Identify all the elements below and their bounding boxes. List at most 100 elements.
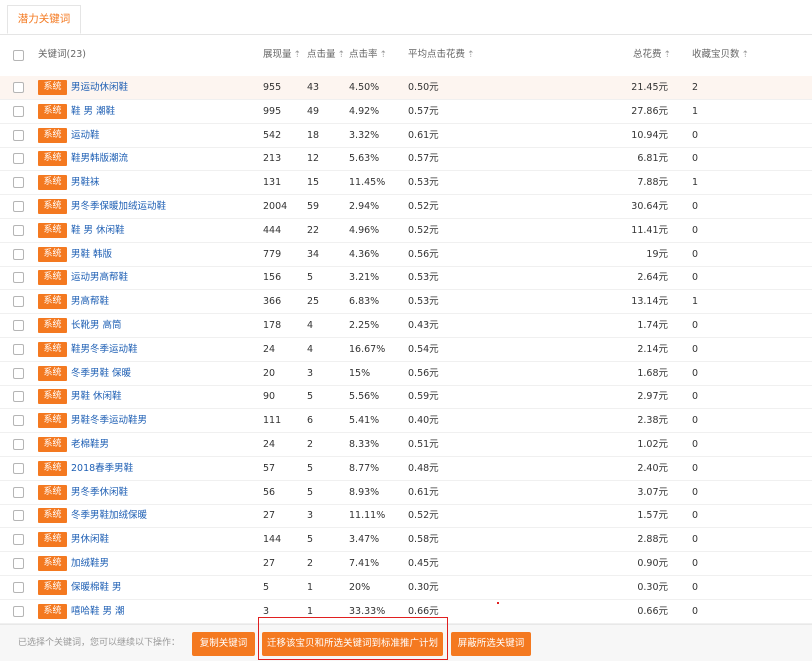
table-row[interactable]: 系统 男鞋 休闲鞋 90 5 5.56% 0.59元 2.97元 0 xyxy=(0,385,812,410)
keyword-link[interactable]: 男鞋冬季运动鞋男 xyxy=(71,409,147,432)
header-ctr[interactable]: 点击率 ⇡ xyxy=(349,36,387,76)
header-impressions[interactable]: 展现量 ⇡ xyxy=(263,36,301,76)
keyword-link[interactable]: 加绒鞋男 xyxy=(71,552,109,575)
keyword-link[interactable]: 男运动休闲鞋 xyxy=(71,76,128,99)
ctr-value: 4.36% xyxy=(349,248,380,260)
cpc-value: 0.52元 xyxy=(408,510,439,522)
favorites-value: 0 xyxy=(692,248,699,260)
row-checkbox[interactable] xyxy=(13,605,24,617)
table-row[interactable]: 系统 男冬季休闲鞋 56 5 8.93% 0.61元 3.07元 0 xyxy=(0,481,812,505)
table-row[interactable]: 系统 老棉鞋男 24 2 8.33% 0.51元 1.02元 0 xyxy=(0,433,812,457)
keyword-link[interactable]: 长靴男 高筒 xyxy=(71,314,122,337)
sort-arrow-icon[interactable]: ⇡ xyxy=(294,50,302,60)
favorites-value: 0 xyxy=(692,367,699,379)
system-tag: 系统 xyxy=(38,246,67,262)
header-clicks[interactable]: 点击量 ⇡ xyxy=(307,36,345,76)
cpc-value: 0.53元 xyxy=(408,177,439,189)
cpc-value: 0.56元 xyxy=(408,248,439,260)
row-checkbox[interactable] xyxy=(13,272,24,284)
row-checkbox[interactable] xyxy=(13,581,24,593)
sort-arrow-icon[interactable]: ⇡ xyxy=(742,50,750,60)
keyword-link[interactable]: 男冬季保暖加绒运动鞋 xyxy=(71,195,166,218)
select-all-checkbox[interactable] xyxy=(13,50,24,61)
clicks-value: 12 xyxy=(307,153,320,165)
row-checkbox[interactable] xyxy=(13,510,24,522)
cpc-value: 0.61元 xyxy=(408,486,439,498)
keyword-link[interactable]: 2018春季男鞋 xyxy=(71,457,133,480)
clicks-value: 4 xyxy=(307,320,314,331)
row-checkbox[interactable] xyxy=(13,462,24,474)
table-row[interactable]: 系统 长靴男 高筒 178 4 2.25% 0.43元 1.74元 0 xyxy=(0,314,812,338)
keyword-link[interactable]: 运动鞋 xyxy=(71,124,100,147)
impressions-value: 779 xyxy=(263,248,282,260)
table-row[interactable]: 系统 运动鞋 542 18 3.32% 0.61元 10.94元 0 xyxy=(0,124,812,148)
keyword-link[interactable]: 老棉鞋男 xyxy=(71,433,109,456)
table-row[interactable]: 系统 鞋男冬季运动鞋 24 4 16.67% 0.54元 2.14元 0 xyxy=(0,338,812,362)
keyword-link[interactable]: 鞋 男 潮鞋 xyxy=(71,100,115,123)
row-checkbox[interactable] xyxy=(13,415,24,427)
header-avg-cpc[interactable]: 平均点击花费 ⇡ xyxy=(408,36,475,76)
copy-keywords-button[interactable]: 复制关键词 xyxy=(192,632,255,656)
table-row[interactable]: 系统 男运动休闲鞋 955 43 4.50% 0.50元 21.45元 2 xyxy=(0,76,812,100)
table-row[interactable]: 系统 男冬季保暖加绒运动鞋 2004 59 2.94% 0.52元 30.64元 0 xyxy=(0,195,812,219)
row-checkbox[interactable] xyxy=(13,224,24,236)
table-row[interactable]: 系统鞋 男 潮鞋 995 49 4.92% 0.57元 27.86元 1 xyxy=(0,100,812,124)
table-row[interactable]: 系统 男休闲鞋 144 5 3.47% 0.58元 2.88元 0 xyxy=(0,528,812,553)
keyword-link[interactable]: 鞋男冬季运动鞋 xyxy=(71,338,138,361)
total-cost-value: 1.57元 xyxy=(637,510,668,522)
table-row[interactable]: 系统 男鞋冬季运动鞋男 111 6 5.41% 0.40元 2.38元 0 xyxy=(0,409,812,434)
keyword-link[interactable]: 运动男高帮鞋 xyxy=(71,266,128,289)
keyword-link[interactable]: 嘻哈鞋 男 潮 xyxy=(71,600,125,623)
header-total-cost[interactable]: 总花费 ⇡ xyxy=(633,36,671,76)
system-tag: 系统 xyxy=(38,151,67,167)
header-favorites[interactable]: 收藏宝贝数 ⇡ xyxy=(692,36,749,76)
sort-arrow-icon[interactable]: ⇡ xyxy=(338,50,346,60)
table-row[interactable]: 系统 男高帮鞋 366 25 6.83% 0.53元 13.14元 1 xyxy=(0,290,812,315)
keyword-link[interactable]: 男鞋袜 xyxy=(71,171,100,194)
table-row[interactable]: 系统 加绒鞋男 27 2 7.41% 0.45元 0.90元 0 xyxy=(0,552,812,576)
keyword-link[interactable]: 鞋 男 休闲鞋 xyxy=(71,219,125,242)
row-checkbox[interactable] xyxy=(13,534,24,546)
table-row[interactable]: 系统 2018春季男鞋 57 5 8.77% 0.48元 2.40元 0 xyxy=(0,457,812,481)
sort-arrow-icon[interactable]: ⇡ xyxy=(380,50,388,60)
table-row[interactable]: 系统 男鞋 韩版 779 34 4.36% 0.56元 19元 0 xyxy=(0,243,812,267)
table-row[interactable]: 系统 保暖棉鞋 男 5 1 20% 0.30元 0.30元 0 xyxy=(0,576,812,600)
total-cost-value: 1.68元 xyxy=(637,367,668,379)
keyword-link[interactable]: 男冬季休闲鞋 xyxy=(71,481,128,504)
table-row[interactable]: 系统 运动男高帮鞋 156 5 3.21% 0.53元 2.64元 0 xyxy=(0,266,812,291)
sort-arrow-icon[interactable]: ⇡ xyxy=(664,50,672,60)
row-checkbox[interactable] xyxy=(13,82,24,93)
keyword-link[interactable]: 鞋男韩版潮流 xyxy=(71,147,128,170)
row-checkbox[interactable] xyxy=(13,153,24,165)
row-checkbox[interactable] xyxy=(13,558,24,569)
row-checkbox[interactable] xyxy=(13,105,24,117)
keyword-link[interactable]: 男鞋 休闲鞋 xyxy=(71,385,122,408)
table-row[interactable]: 系统 男鞋袜 131 15 11.45% 0.53元 7.88元 1 xyxy=(0,171,812,196)
table-row[interactable]: 系统 冬季男鞋 保暖 20 3 15% 0.56元 1.68元 0 xyxy=(0,362,812,386)
system-tag: 系统 xyxy=(38,294,67,310)
keyword-link[interactable]: 保暖棉鞋 男 xyxy=(71,576,122,599)
keyword-link[interactable]: 男高帮鞋 xyxy=(71,290,109,313)
sort-arrow-icon[interactable]: ⇡ xyxy=(467,50,475,60)
row-checkbox[interactable] xyxy=(13,439,24,450)
row-checkbox[interactable] xyxy=(13,129,24,141)
table-row[interactable]: 系统 冬季男鞋加绒保暖 27 3 11.11% 0.52元 1.57元 0 xyxy=(0,504,812,529)
row-checkbox[interactable] xyxy=(13,391,24,403)
table-row[interactable]: 系统鞋 男 休闲鞋 444 22 4.96% 0.52元 11.41元 0 xyxy=(0,219,812,243)
keyword-link[interactable]: 冬季男鞋 保暖 xyxy=(71,362,131,385)
row-checkbox[interactable] xyxy=(13,248,24,260)
row-checkbox[interactable] xyxy=(13,201,24,212)
table-row[interactable]: 系统 鞋男韩版潮流 213 12 5.63% 0.57元 6.81元 0 xyxy=(0,147,812,172)
tab-potential-keywords[interactable]: 潜力关键词 xyxy=(7,5,81,34)
row-checkbox[interactable] xyxy=(13,320,24,331)
row-checkbox[interactable] xyxy=(13,486,24,498)
header-total-cost-label: 总花费 xyxy=(633,49,662,60)
keyword-link[interactable]: 男鞋 韩版 xyxy=(71,243,112,266)
row-checkbox[interactable] xyxy=(13,296,24,308)
block-keywords-button[interactable]: 屏蔽所选关键词 xyxy=(451,632,531,656)
keyword-link[interactable]: 男休闲鞋 xyxy=(71,528,109,551)
row-checkbox[interactable] xyxy=(13,367,24,379)
row-checkbox[interactable] xyxy=(13,343,24,355)
keyword-link[interactable]: 冬季男鞋加绒保暖 xyxy=(71,504,147,527)
row-checkbox[interactable] xyxy=(13,177,24,189)
